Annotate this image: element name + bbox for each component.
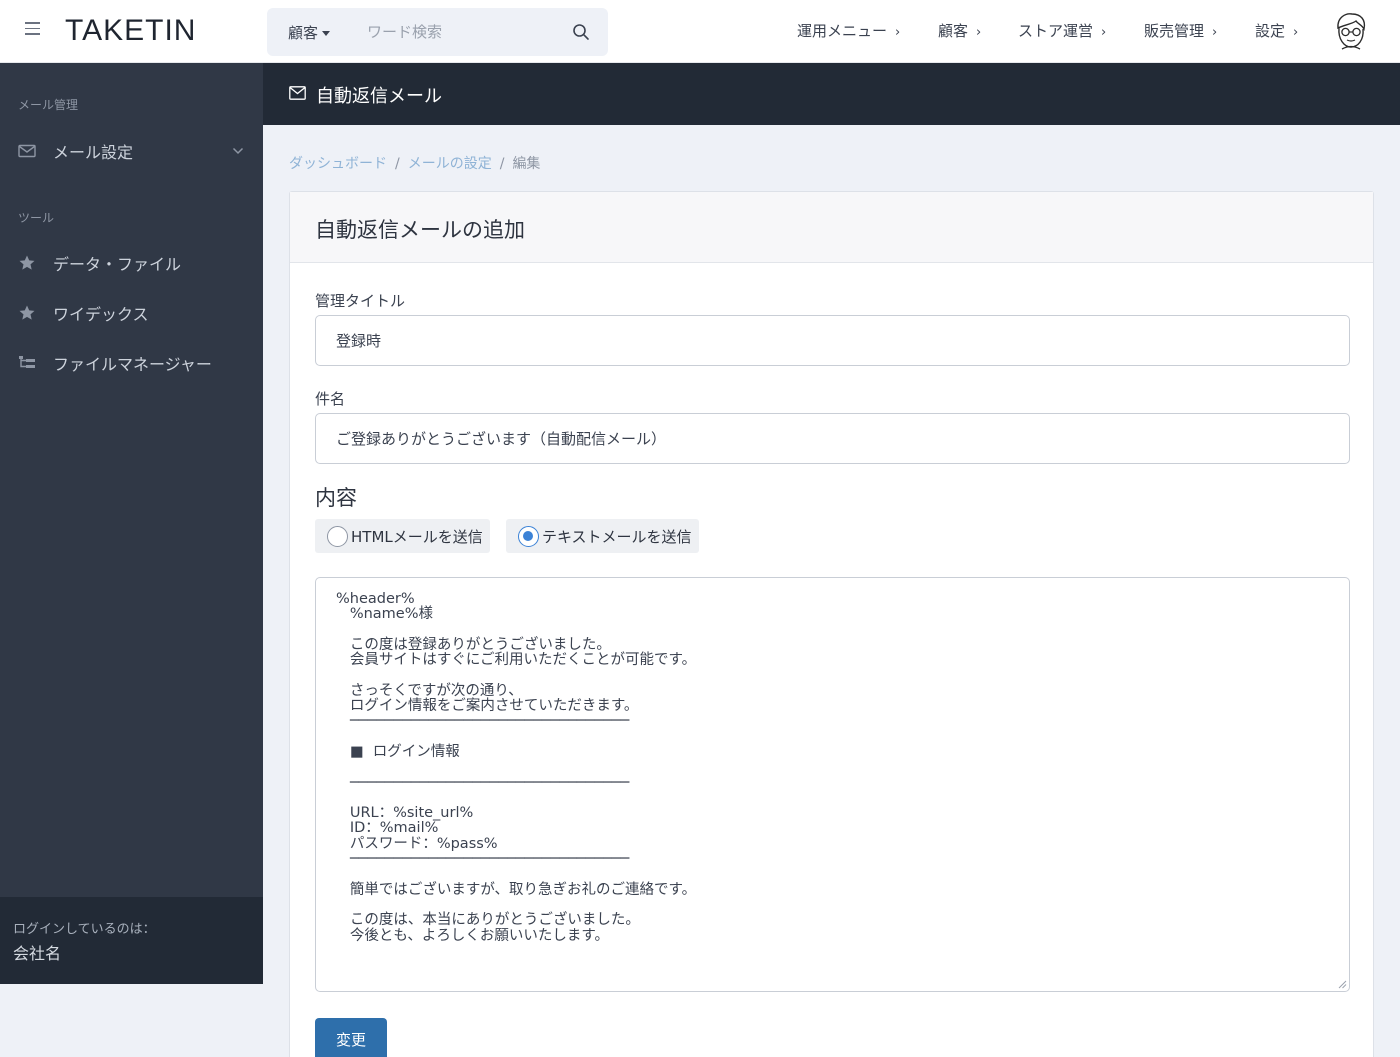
chevron-right-icon: ›	[1212, 25, 1218, 40]
content-section-title: 内容	[315, 486, 357, 510]
chevron-right-icon: ›	[895, 25, 901, 40]
resize-handle-icon[interactable]	[1337, 979, 1347, 989]
nav-label: ストア運営	[1018, 22, 1094, 40]
sitemap-icon	[19, 356, 35, 368]
top-bar: TAKETIN 顧客 運用メニュー › 顧客 › ストア運営 › 販売管理 › 設定 ›	[0, 0, 1400, 63]
chevron-right-icon: ›	[976, 25, 982, 40]
submit-button[interactable]: 変更	[315, 1018, 387, 1057]
search-input[interactable]	[367, 20, 547, 44]
page-header: 自動返信メール	[263, 63, 1400, 125]
radio-html-mail[interactable]: HTMLメールを送信	[315, 519, 490, 553]
logged-in-company: 会社名	[13, 944, 62, 963]
nav-settings[interactable]: 設定 ›	[1255, 20, 1298, 41]
mail-body-textarea[interactable]: %header% %name%様 この度は登録ありがとうございました。 会員サイ…	[315, 577, 1350, 992]
hamburger-menu-icon[interactable]	[25, 22, 40, 40]
star-icon	[19, 305, 35, 320]
chevron-down-icon	[232, 147, 244, 155]
chevron-right-icon: ›	[1293, 25, 1299, 40]
nav-sales-management[interactable]: 販売管理 ›	[1144, 20, 1217, 41]
admin-title-input[interactable]	[315, 315, 1350, 366]
mail-icon	[289, 86, 306, 100]
search-scope-label: 顧客	[288, 24, 319, 42]
star-icon	[19, 255, 35, 270]
breadcrumb-separator: /	[395, 156, 400, 172]
nav-customers[interactable]: 顧客 ›	[938, 20, 981, 41]
sidebar-item-label: データ・ファイル	[53, 255, 182, 274]
search-scope-dropdown[interactable]: 顧客	[288, 22, 331, 43]
sidebar-item-label: メール設定	[53, 143, 134, 162]
breadcrumb: ダッシュボード / メールの設定 / 編集	[289, 153, 540, 173]
nav-operations-menu[interactable]: 運用メニュー ›	[797, 20, 900, 41]
radio-button-checked[interactable]	[518, 526, 539, 547]
caret-down-icon	[322, 31, 331, 36]
logo[interactable]: TAKETIN	[65, 14, 196, 48]
sidebar-section-tools: ツール	[18, 211, 55, 225]
breadcrumb-dashboard[interactable]: ダッシュボード	[289, 156, 387, 172]
logged-in-label: ログインしているのは：	[13, 922, 156, 937]
card-header: 自動返信メールの追加	[290, 192, 1373, 263]
sidebar-item-mail-settings[interactable]: メール設定	[18, 139, 248, 163]
search-box: 顧客	[267, 8, 608, 56]
mail-body-text[interactable]: %header% %name%様 この度は登録ありがとうございました。 会員サイ…	[336, 591, 696, 944]
nav-store-operations[interactable]: ストア運営 ›	[1018, 20, 1106, 41]
chevron-right-icon: ›	[1101, 25, 1107, 40]
search-icon[interactable]	[572, 23, 590, 41]
sidebar-item-widex[interactable]: ワイデックス	[18, 301, 248, 325]
nav-label: 顧客	[938, 22, 969, 40]
page-title: 自動返信メール	[316, 86, 442, 107]
radio-label: テキストメールを送信	[542, 528, 692, 546]
breadcrumb-separator: /	[499, 156, 505, 172]
sidebar: メール管理 メール設定 ツール データ・ファイル ワイデックス ファイルマネージ…	[0, 63, 263, 984]
sidebar-section-mail-management: メール管理	[18, 98, 79, 112]
admin-title-label: 管理タイトル	[315, 292, 406, 310]
mail-icon	[18, 144, 36, 158]
subject-input[interactable]	[315, 413, 1350, 464]
radio-label: HTMLメールを送信	[351, 528, 483, 546]
sidebar-item-data-files[interactable]: データ・ファイル	[18, 251, 248, 275]
radio-text-mail[interactable]: テキストメールを送信	[506, 519, 699, 553]
card-title: 自動返信メールの追加	[315, 218, 525, 242]
breadcrumb-current: 編集	[512, 156, 541, 172]
sidebar-item-file-manager[interactable]: ファイルマネージャー	[18, 351, 248, 375]
subject-label: 件名	[315, 390, 346, 408]
nav-label: 設定	[1255, 22, 1286, 40]
nav-label: 販売管理	[1144, 22, 1205, 40]
radio-button[interactable]	[327, 526, 348, 547]
user-avatar[interactable]	[1332, 11, 1370, 51]
nav-label: 運用メニュー	[797, 22, 888, 40]
form-card: 自動返信メールの追加 管理タイトル 件名 内容 HTMLメールを送信 テキストメ…	[289, 191, 1374, 1057]
sidebar-item-label: ワイデックス	[53, 305, 149, 324]
sidebar-item-label: ファイルマネージャー	[53, 355, 212, 374]
breadcrumb-mail-settings[interactable]: メールの設定	[408, 156, 492, 172]
